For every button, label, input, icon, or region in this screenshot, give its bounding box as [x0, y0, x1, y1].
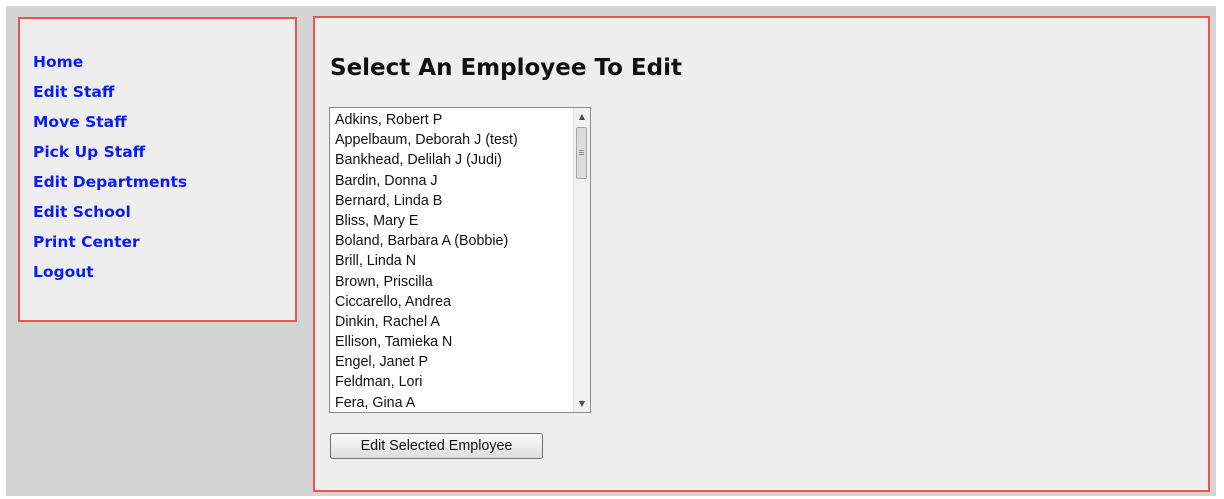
list-item[interactable]: Appelbaum, Deborah J (test) [335, 130, 518, 150]
grip-line [579, 150, 584, 151]
pick-up-staff-link[interactable]: Pick Up Staff [33, 143, 145, 161]
scrollbar-thumb[interactable] [576, 127, 587, 179]
sidebar-panel: Home Edit Staff Move Staff Pick Up Staff… [18, 17, 297, 322]
list-item[interactable]: Fera, Gina A [335, 393, 518, 412]
grip-line [579, 152, 584, 153]
listbox-scrollbar[interactable]: ▲ ▼ [573, 108, 590, 412]
edit-staff-link[interactable]: Edit Staff [33, 83, 114, 101]
list-item[interactable]: Boland, Barbara A (Bobbie) [335, 231, 518, 251]
edit-departments-link[interactable]: Edit Departments [33, 173, 187, 191]
list-item[interactable]: Bardin, Donna J [335, 171, 518, 191]
sidebar-item-move-staff: Move Staff [33, 110, 187, 140]
sidebar-item-logout: Logout [33, 260, 187, 290]
page-title: Select An Employee To Edit [330, 55, 682, 81]
home-link[interactable]: Home [33, 53, 83, 71]
sidebar-item-edit-departments: Edit Departments [33, 170, 187, 200]
main-panel: Select An Employee To Edit Adkins, Rober… [313, 16, 1210, 492]
list-item[interactable]: Brown, Priscilla [335, 272, 518, 292]
list-item[interactable]: Bliss, Mary E [335, 211, 518, 231]
list-item[interactable]: Ciccarello, Andrea [335, 292, 518, 312]
list-item[interactable]: Brill, Linda N [335, 251, 518, 271]
scroll-down-arrow-icon[interactable]: ▼ [574, 395, 590, 412]
list-item[interactable]: Feldman, Lori [335, 372, 518, 392]
sidebar-item-edit-staff: Edit Staff [33, 80, 187, 110]
sidebar-item-home: Home [33, 50, 187, 80]
logout-link[interactable]: Logout [33, 263, 94, 281]
sidebar-item-print-center: Print Center [33, 230, 187, 260]
list-item[interactable]: Adkins, Robert P [335, 110, 518, 130]
edit-selected-employee-button[interactable]: Edit Selected Employee [330, 433, 543, 459]
sidebar-item-edit-school: Edit School [33, 200, 187, 230]
list-item[interactable]: Bankhead, Delilah J (Judi) [335, 150, 518, 170]
sidebar-item-pick-up-staff: Pick Up Staff [33, 140, 187, 170]
employee-options: Adkins, Robert P Appelbaum, Deborah J (t… [335, 110, 518, 412]
sidebar-nav: Home Edit Staff Move Staff Pick Up Staff… [33, 50, 187, 290]
print-center-link[interactable]: Print Center [33, 233, 140, 251]
list-item[interactable]: Bernard, Linda B [335, 191, 518, 211]
scroll-up-arrow-icon[interactable]: ▲ [574, 108, 590, 125]
list-item[interactable]: Dinkin, Rachel A [335, 312, 518, 332]
move-staff-link[interactable]: Move Staff [33, 113, 127, 131]
grip-line [579, 154, 584, 155]
edit-school-link[interactable]: Edit School [33, 203, 131, 221]
list-item[interactable]: Ellison, Tamieka N [335, 332, 518, 352]
list-item[interactable]: Engel, Janet P [335, 352, 518, 372]
employee-listbox[interactable]: Adkins, Robert P Appelbaum, Deborah J (t… [329, 107, 591, 413]
